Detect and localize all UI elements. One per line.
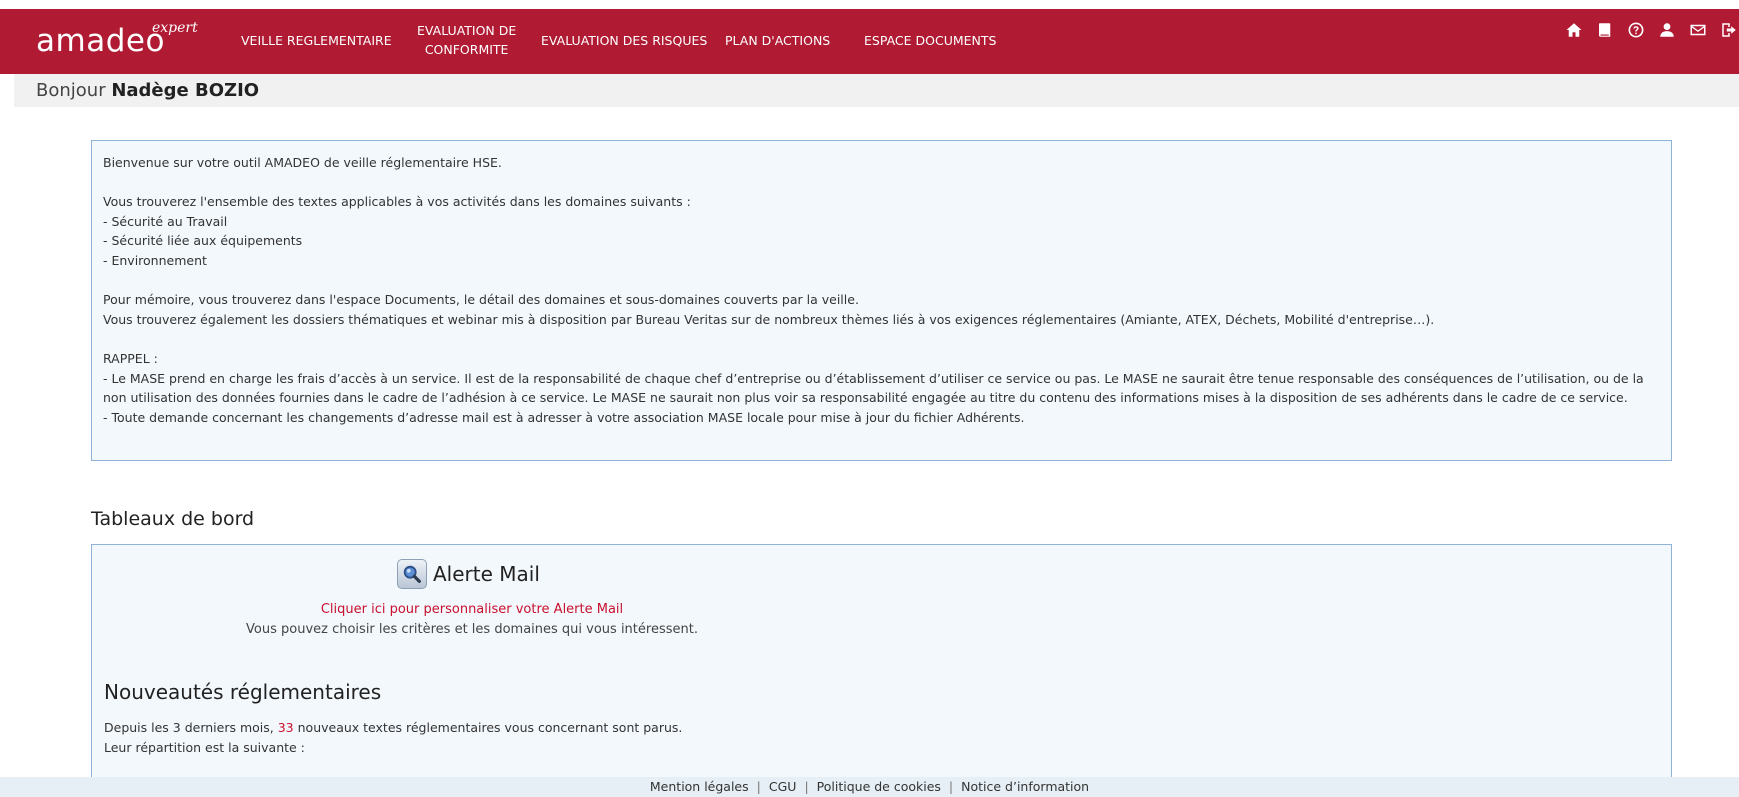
nav-veille-reglementaire[interactable]: VEILLE REGLEMENTAIRE <box>241 31 392 50</box>
welcome-line: - Le MASE prend en charge les frais d’ac… <box>103 370 1644 406</box>
user-icon[interactable] <box>1656 19 1677 40</box>
mail-icon[interactable] <box>1687 19 1708 40</box>
help-icon[interactable] <box>1625 19 1646 40</box>
greeting-text: Bonjour Nadège BOZIO <box>36 80 259 101</box>
welcome-line: Bienvenue sur votre outil AMADEO de veil… <box>103 155 502 170</box>
nav-plan-actions[interactable]: PLAN D'ACTIONS <box>725 31 830 50</box>
nav-evaluation-conformite[interactable]: EVALUATION DE CONFORMITE <box>417 21 516 59</box>
user-name: Nadège BOZIO <box>111 80 260 101</box>
dashboard-panel: Alerte Mail Cliquer ici pour personnalis… <box>91 544 1672 797</box>
footer-link-cookies[interactable]: Politique de cookies <box>817 779 941 794</box>
customize-alert-link[interactable]: Cliquer ici pour personnaliser votre Ale… <box>92 602 852 617</box>
welcome-line: - Toute demande concernant les changemen… <box>103 409 1025 425</box>
greeting-prefix: Bonjour <box>36 80 106 101</box>
alert-mail-header: Alerte Mail <box>397 559 540 589</box>
alert-mail-description: Vous pouvez choisir les critères et les … <box>246 622 698 637</box>
footer-link-notice[interactable]: Notice d’information <box>961 779 1089 794</box>
magnifier-icon[interactable] <box>397 559 427 589</box>
alert-mail-title: Alerte Mail <box>433 562 540 586</box>
welcome-line: - Environnement <box>103 252 207 268</box>
book-icon[interactable] <box>1594 19 1615 40</box>
welcome-line: Vous trouverez également les dossiers th… <box>103 311 1435 327</box>
news-prefix: Depuis les 3 derniers mois, <box>104 720 274 735</box>
nav-evaluation-risques[interactable]: EVALUATION DES RISQUES <box>541 31 707 50</box>
nav-espace-documents[interactable]: ESPACE DOCUMENTS <box>864 31 996 50</box>
home-icon[interactable] <box>1563 19 1584 40</box>
nav-label-line1: EVALUATION DE <box>417 23 517 38</box>
footer-link-cgu[interactable]: CGU <box>769 779 797 794</box>
greeting-bar: Bonjour Nadège BOZIO <box>14 74 1739 107</box>
dashboard-title: Tableaux de bord <box>91 508 255 530</box>
footer: Mention légales | CGU | Politique de cookies… <box>0 777 1739 797</box>
nav-label-line2: CONFORMITE <box>424 42 509 57</box>
logo-text: amadeo <box>36 23 165 59</box>
amadeo-logo[interactable]: amadeo expert <box>36 20 198 63</box>
welcome-message-panel: Bienvenue sur votre outil AMADEO de veil… <box>91 140 1672 461</box>
welcome-line: Pour mémoire, vous trouverez dans l'espa… <box>103 292 859 308</box>
news-count[interactable]: 33 <box>278 720 294 735</box>
news-suffix: nouveaux textes réglementaires vous conc… <box>297 720 683 735</box>
news-distribution-label: Leur répartition est la suivante : <box>104 740 305 755</box>
logo-superscript: expert <box>152 20 198 36</box>
top-navigation-bar: amadeo expert VEILLE REGLEMENTAIRE EVALU… <box>0 9 1739 74</box>
header-icons <box>1563 19 1739 40</box>
welcome-line: - Sécurité liée aux équipements <box>103 233 303 249</box>
logout-icon[interactable] <box>1718 19 1739 40</box>
welcome-line: RAPPEL : <box>103 350 158 366</box>
news-title: Nouveautés réglementaires <box>104 680 382 704</box>
welcome-line: Vous trouverez l'ensemble des textes app… <box>103 194 691 210</box>
news-summary: Depuis les 3 derniers mois, 33 nouveaux … <box>104 720 682 735</box>
welcome-line: - Sécurité au Travail <box>103 213 228 229</box>
footer-link-mentions[interactable]: Mention légales <box>650 779 749 794</box>
